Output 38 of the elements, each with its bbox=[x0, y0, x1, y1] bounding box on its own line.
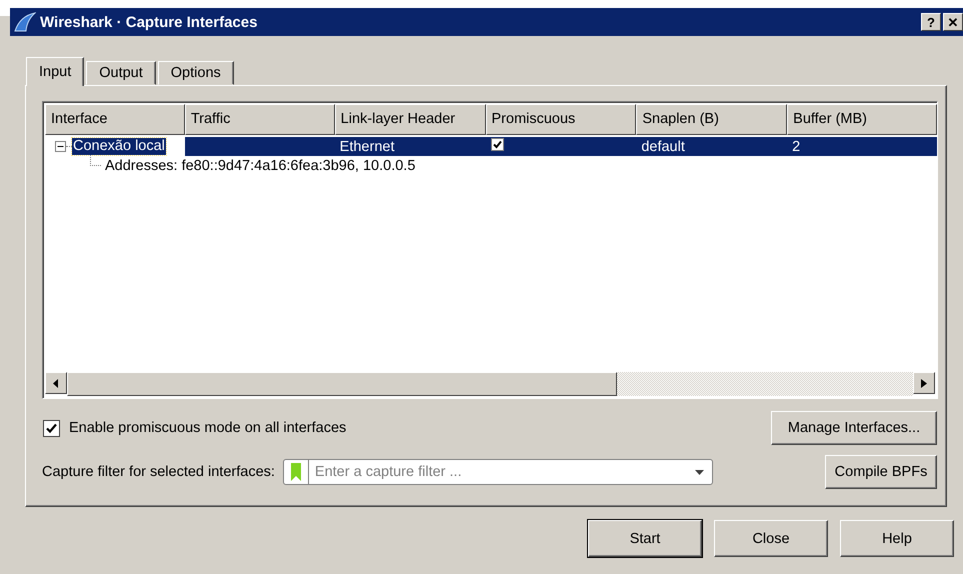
bookmark-icon bbox=[290, 463, 301, 481]
interface-name: Conexão local bbox=[72, 138, 166, 155]
app-logo-icon bbox=[14, 12, 36, 32]
tab[interactable]: Input bbox=[26, 57, 84, 86]
tab[interactable]: Options bbox=[158, 61, 234, 85]
dialog-button[interactable]: Start bbox=[588, 520, 702, 557]
column-header[interactable]: Promiscuous bbox=[486, 104, 636, 135]
table-cell: 2 bbox=[792, 138, 800, 154]
checkbox-label: Enable promiscuous mode on all interfaces bbox=[69, 420, 346, 436]
scroll-left-button[interactable] bbox=[45, 372, 67, 394]
tab[interactable]: Output bbox=[86, 61, 156, 85]
dialog-button[interactable]: Close bbox=[714, 520, 828, 557]
close-button[interactable]: ✕ bbox=[943, 13, 963, 31]
collapse-icon[interactable] bbox=[55, 141, 66, 152]
dialog-button[interactable]: Help bbox=[840, 520, 954, 557]
column-header[interactable]: Interface bbox=[45, 104, 185, 135]
scroll-right-button[interactable] bbox=[913, 372, 935, 394]
dropdown-caret-icon[interactable] bbox=[694, 470, 704, 474]
help-button[interactable]: ? bbox=[921, 13, 941, 31]
manage-interfaces-button[interactable]: Manage Interfaces... bbox=[771, 411, 937, 445]
filter-label: Capture filter for selected interfaces: bbox=[42, 464, 275, 480]
column-header[interactable]: Link-layer Header bbox=[334, 104, 486, 135]
column-header[interactable]: Snaplen (B) bbox=[636, 104, 788, 135]
capture-filter-field[interactable]: Enter a capture filter ... bbox=[308, 464, 695, 480]
capture-filter-combo-box[interactable]: Enter a capture filter ... bbox=[282, 459, 713, 485]
checkbox[interactable] bbox=[490, 138, 504, 151]
address-text: Addresses: fe80::9d47:4a16:6fea:3b96, 10.0.0.5 bbox=[105, 158, 416, 174]
checkbox[interactable] bbox=[43, 420, 60, 436]
table-cell: default bbox=[641, 138, 685, 154]
left-arrow-icon bbox=[53, 378, 59, 388]
column-header[interactable]: Buffer (MB) bbox=[787, 104, 937, 135]
column-header[interactable]: Traffic bbox=[184, 104, 335, 135]
right-arrow-icon bbox=[921, 378, 927, 388]
window-title: Wireshark · Capture Interfaces bbox=[40, 14, 258, 30]
interface-row[interactable]: Conexão local Ethernet default 2 bbox=[45, 137, 937, 156]
table-cell: Ethernet bbox=[340, 138, 394, 154]
scrollbar-thumb[interactable] bbox=[67, 372, 617, 396]
compile-bpfs-button[interactable]: Compile BPFs bbox=[825, 455, 937, 489]
